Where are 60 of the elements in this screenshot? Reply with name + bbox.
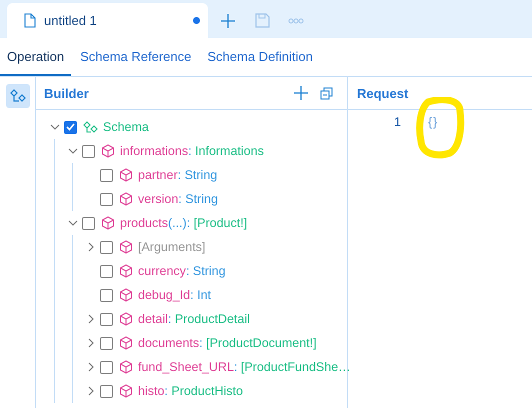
checkbox[interactable] bbox=[100, 360, 113, 374]
checkbox[interactable] bbox=[100, 288, 113, 302]
chevron-down-icon[interactable] bbox=[50, 122, 60, 132]
tree-view-button[interactable] bbox=[6, 84, 30, 108]
cube-icon bbox=[119, 168, 133, 182]
tree-diagram-icon bbox=[10, 88, 26, 104]
panel-title: Request bbox=[356, 86, 410, 100]
field-label[interactable]: detail: ProductDetail bbox=[138, 312, 250, 326]
chevron-right-icon[interactable] bbox=[86, 338, 96, 348]
collapse-all-icon bbox=[320, 86, 333, 100]
field-label[interactable]: [Arguments] bbox=[138, 240, 206, 254]
code-text: {} bbox=[428, 115, 438, 129]
schema-icon bbox=[83, 120, 98, 134]
checkbox[interactable] bbox=[100, 264, 113, 278]
checkbox[interactable] bbox=[100, 168, 113, 182]
field-label[interactable]: debug_Id: Int bbox=[138, 288, 211, 302]
chevron-down-icon[interactable] bbox=[68, 218, 78, 228]
checkbox[interactable] bbox=[82, 216, 95, 230]
field-label[interactable]: histo: ProductHisto bbox=[138, 384, 243, 398]
checkbox[interactable] bbox=[82, 144, 95, 158]
field-label[interactable]: products(...): [Product!] bbox=[120, 216, 248, 230]
cube-icon bbox=[119, 384, 133, 398]
file-icon bbox=[24, 13, 36, 28]
cube-icon bbox=[119, 360, 133, 374]
field-label[interactable]: version: String bbox=[138, 192, 218, 206]
plus-icon bbox=[294, 86, 308, 100]
chevron-down-icon[interactable] bbox=[68, 146, 78, 156]
view-tab[interactable]: Schema Reference bbox=[73, 38, 198, 76]
field-label[interactable]: fund_Sheet_URL: [ProductFundShe… bbox=[138, 360, 351, 374]
document-tab[interactable]: untitled 1 bbox=[7, 3, 208, 38]
ellipsis-icon bbox=[288, 18, 304, 24]
chevron-right-icon[interactable] bbox=[86, 362, 96, 372]
field-label[interactable]: currency: String bbox=[138, 264, 226, 278]
cube-icon bbox=[119, 192, 133, 206]
checkbox[interactable] bbox=[100, 192, 113, 206]
cube-icon bbox=[119, 264, 133, 278]
cube-icon bbox=[101, 144, 115, 158]
field-label[interactable]: partner: String bbox=[138, 168, 218, 182]
chevron-right-icon[interactable] bbox=[86, 314, 96, 324]
tab-title: untitled 1 bbox=[44, 13, 98, 28]
panel-title: Builder bbox=[44, 86, 90, 100]
view-tab[interactable]: Schema Definition bbox=[200, 38, 320, 76]
plus-icon bbox=[221, 14, 235, 28]
cube-icon bbox=[101, 216, 115, 230]
checkbox[interactable] bbox=[100, 240, 113, 254]
cube-icon bbox=[119, 312, 133, 326]
chevron-right-icon[interactable] bbox=[86, 386, 96, 396]
checkbox[interactable] bbox=[100, 384, 113, 398]
field-label[interactable]: informations: Informations bbox=[120, 144, 264, 158]
view-tab[interactable]: Operation bbox=[0, 38, 72, 76]
checkbox[interactable] bbox=[100, 336, 113, 350]
checkbox[interactable] bbox=[100, 312, 113, 326]
schema-label[interactable]: Schema bbox=[103, 120, 149, 134]
line-number: 1 bbox=[393, 115, 401, 129]
cube-icon bbox=[119, 336, 133, 350]
checkbox[interactable] bbox=[64, 120, 77, 134]
cube-icon bbox=[119, 288, 133, 302]
cube-icon bbox=[119, 240, 133, 254]
chevron-right-icon[interactable] bbox=[86, 242, 96, 252]
field-label[interactable]: documents: [ProductDocument!] bbox=[138, 336, 317, 350]
